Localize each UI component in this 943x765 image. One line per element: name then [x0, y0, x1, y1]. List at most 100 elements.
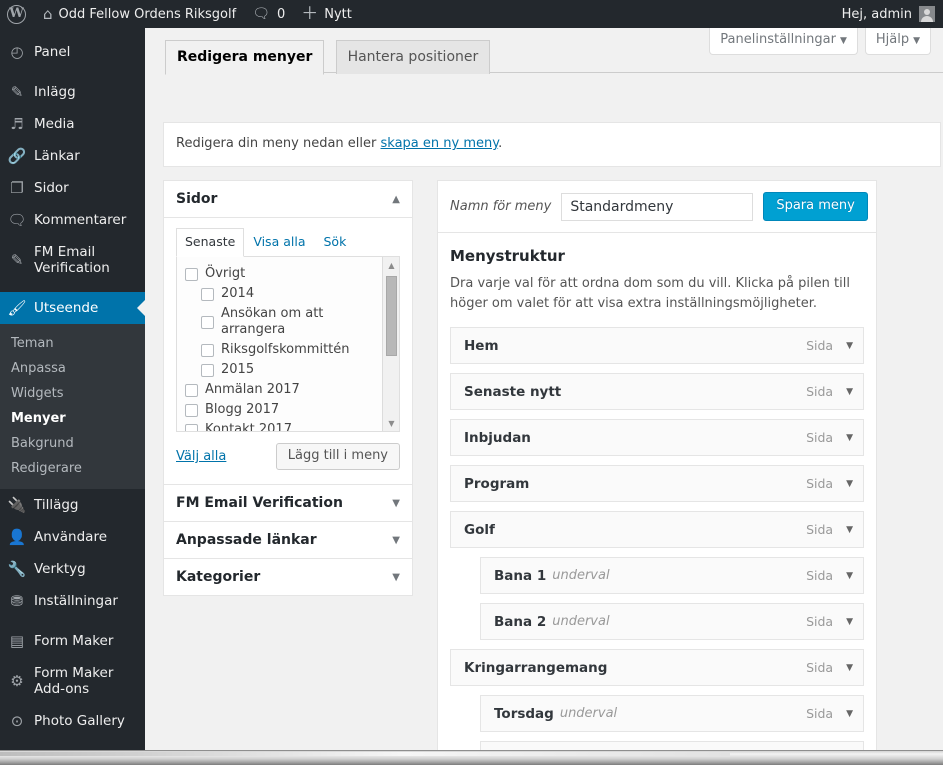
sidebar-item-fm-email-verification[interactable]: ✎ FM Email Verification	[0, 236, 145, 284]
chevron-down-icon[interactable]: ▼	[846, 433, 853, 443]
menu-item-type: Sida	[806, 476, 834, 491]
chevron-down-icon[interactable]: ▼	[846, 525, 853, 535]
select-all-link[interactable]: Välj alla	[176, 449, 226, 464]
pages-checklist-items: Övrigt 2014 Ansökan om att arrangera Rik…	[177, 257, 387, 431]
list-item[interactable]: Övrigt	[185, 264, 387, 284]
comments-bubble[interactable]: 🗨 0	[244, 0, 293, 28]
new-content-menu[interactable]: ＋ Nytt	[293, 0, 360, 28]
list-item[interactable]: 2014	[185, 284, 387, 304]
scroll-up-arrow-icon[interactable]: ▲	[383, 257, 399, 274]
main-content: Panelinställningar ▼ Hjälp ▼ Redigera meny…	[145, 28, 943, 750]
sidebar-item-inlagg[interactable]: ✎ Inlägg	[0, 76, 145, 108]
page-checkbox[interactable]	[185, 423, 198, 431]
sidebar-item-verktyg[interactable]: 🔧 Verktyg	[0, 553, 145, 585]
pages-tab-sok[interactable]: Sök	[314, 228, 355, 257]
submenu-item-widgets[interactable]: Widgets	[0, 381, 145, 406]
postbox-anpassade-lankar-header[interactable]: Anpassade länkar ▼	[164, 522, 412, 558]
account-menu[interactable]: Hej, admin	[834, 0, 943, 28]
chevron-down-icon[interactable]: ▼	[846, 663, 853, 673]
chevron-down-icon[interactable]: ▼	[392, 498, 400, 509]
wordpress-logo-menu[interactable]: W	[0, 0, 35, 28]
sidebar-item-tillagg[interactable]: 🔌 Tillägg	[0, 489, 145, 521]
create-new-menu-link[interactable]: skapa en ny meny	[381, 136, 499, 151]
scrollbar-thumb[interactable]	[386, 276, 397, 356]
pages-tab-visa-alla[interactable]: Visa alla	[244, 228, 314, 257]
tab-redigera-menyer[interactable]: Redigera menyer	[165, 40, 325, 75]
sidebar-item-form-maker[interactable]: ▤ Form Maker	[0, 625, 145, 657]
list-item-label: 2015	[221, 362, 255, 377]
sidebar-item-media[interactable]: ♬ Media	[0, 108, 145, 140]
postbox-kategorier-header[interactable]: Kategorier ▼	[164, 559, 412, 595]
list-item[interactable]: Anmälan 2017	[185, 380, 387, 400]
sidebar-item-form-maker-addons[interactable]: ⚙ Form Maker Add-ons	[0, 657, 145, 705]
submenu-item-bakgrund[interactable]: Bakgrund	[0, 431, 145, 456]
submenu-item-teman[interactable]: Teman	[0, 331, 145, 356]
chevron-down-icon[interactable]: ▼	[846, 479, 853, 489]
list-item[interactable]: 2015	[185, 360, 387, 380]
list-item[interactable]: Riksgolfskommittén	[185, 340, 387, 360]
page-checkbox[interactable]	[185, 383, 198, 397]
page-checkbox[interactable]	[185, 403, 198, 417]
list-item[interactable]: Kontakt 2017	[185, 420, 387, 431]
menu-edit-box: Namn för meny Spara meny Menystruktur Dr…	[437, 180, 877, 750]
sidebar-item-lankar[interactable]: 🔗 Länkar	[0, 140, 145, 172]
menu-item-meta: Sida ▼	[806, 568, 863, 583]
list-item[interactable]: Blogg 2017	[185, 400, 387, 420]
admin-sidebar-menu: ◴ Panel ✎ Inlägg ♬ Media 🔗 Länkar ❐ Sido…	[0, 28, 145, 750]
sidebar-item-label: Länkar	[34, 148, 80, 164]
menu-item-golf[interactable]: Golf Sida ▼	[450, 511, 864, 548]
menu-item-senaste-nytt[interactable]: Senaste nytt Sida ▼	[450, 373, 864, 410]
sidebar-item-kommentarer[interactable]: 🗨 Kommentarer	[0, 204, 145, 236]
menu-name-input[interactable]	[561, 192, 754, 221]
submenu-item-menyer[interactable]: Menyer	[0, 406, 145, 431]
postbox-sidor-header[interactable]: Sidor ▲	[164, 181, 412, 218]
chevron-down-icon[interactable]: ▼	[392, 572, 400, 583]
tab-hantera-positioner[interactable]: Hantera positioner	[335, 40, 491, 74]
chevron-down-icon[interactable]: ▼	[392, 535, 400, 546]
sidebar-item-label: Inställningar	[34, 593, 118, 609]
page-checkbox[interactable]	[201, 287, 214, 301]
submenu-item-anpassa[interactable]: Anpassa	[0, 356, 145, 381]
chevron-down-icon[interactable]: ▼	[846, 387, 853, 397]
menu-item-hem[interactable]: Hem Sida ▼	[450, 327, 864, 364]
chevron-down-icon[interactable]: ▼	[846, 709, 853, 719]
scroll-down-arrow-icon[interactable]: ▼	[383, 415, 399, 431]
sidebar-item-sidor[interactable]: ❐ Sidor	[0, 172, 145, 204]
submenu-item-redigerare[interactable]: Redigerare	[0, 456, 145, 481]
page-checkbox[interactable]	[201, 315, 214, 329]
sidebar-item-panel[interactable]: ◴ Panel	[0, 36, 145, 68]
postbox-sidor-title: Sidor	[176, 191, 218, 207]
menu-item-kringarrangemang[interactable]: Kringarrangemang Sida ▼	[450, 649, 864, 686]
page-checkbox[interactable]	[201, 343, 214, 357]
pages-tab-senaste[interactable]: Senaste	[176, 228, 245, 257]
pages-list-scrollbar[interactable]: ▲ ▼	[382, 257, 399, 431]
page-checkbox[interactable]	[201, 363, 214, 377]
add-to-menu-button[interactable]: Lägg till i meny	[275, 443, 400, 470]
list-item[interactable]: Ansökan om att arrangera	[185, 304, 387, 340]
menu-item-torsdag[interactable]: Torsdag underval Sida ▼	[480, 695, 864, 732]
chevron-down-icon[interactable]: ▼	[846, 571, 853, 581]
chevron-down-icon[interactable]: ▼	[846, 617, 853, 627]
save-menu-button[interactable]: Spara meny	[763, 192, 868, 221]
notice-text-after: .	[498, 136, 503, 151]
menu-item-bana-2[interactable]: Bana 2 underval Sida ▼	[480, 603, 864, 640]
sidebar-item-installningar[interactable]: ⛃ Inställningar	[0, 585, 145, 617]
menu-item-inbjudan[interactable]: Inbjudan Sida ▼	[450, 419, 864, 456]
chevron-down-icon[interactable]: ▼	[846, 341, 853, 351]
menu-item-meta: Sida ▼	[806, 660, 863, 675]
window-bottom-edge	[0, 750, 943, 765]
menu-item-program[interactable]: Program Sida ▼	[450, 465, 864, 502]
photo-gallery-icon: ⊙	[10, 712, 24, 730]
sidebar-item-photo-gallery[interactable]: ⊙ Photo Gallery	[0, 705, 145, 737]
sidebar-item-utseende[interactable]: 🖌 Utseende	[0, 292, 145, 324]
chevron-up-icon[interactable]: ▲	[392, 194, 400, 205]
menu-item-type: Sida	[806, 706, 834, 721]
collapse-menu-button[interactable]: ◀ Minimera meny	[0, 745, 145, 750]
menu-item-bana-1[interactable]: Bana 1 underval Sida ▼	[480, 557, 864, 594]
site-name-menu[interactable]: ⌂ Odd Fellow Ordens Riksgolf	[35, 0, 244, 28]
page-checkbox[interactable]	[185, 267, 198, 281]
menu-item-fredag[interactable]: Fredag underval Sida ▼	[480, 741, 864, 750]
sidebar-item-label: Form Maker Add-ons	[34, 665, 114, 697]
sidebar-item-anvandare[interactable]: 👤 Användare	[0, 521, 145, 553]
postbox-fm-email-verification-header[interactable]: FM Email Verification ▼	[164, 485, 412, 521]
